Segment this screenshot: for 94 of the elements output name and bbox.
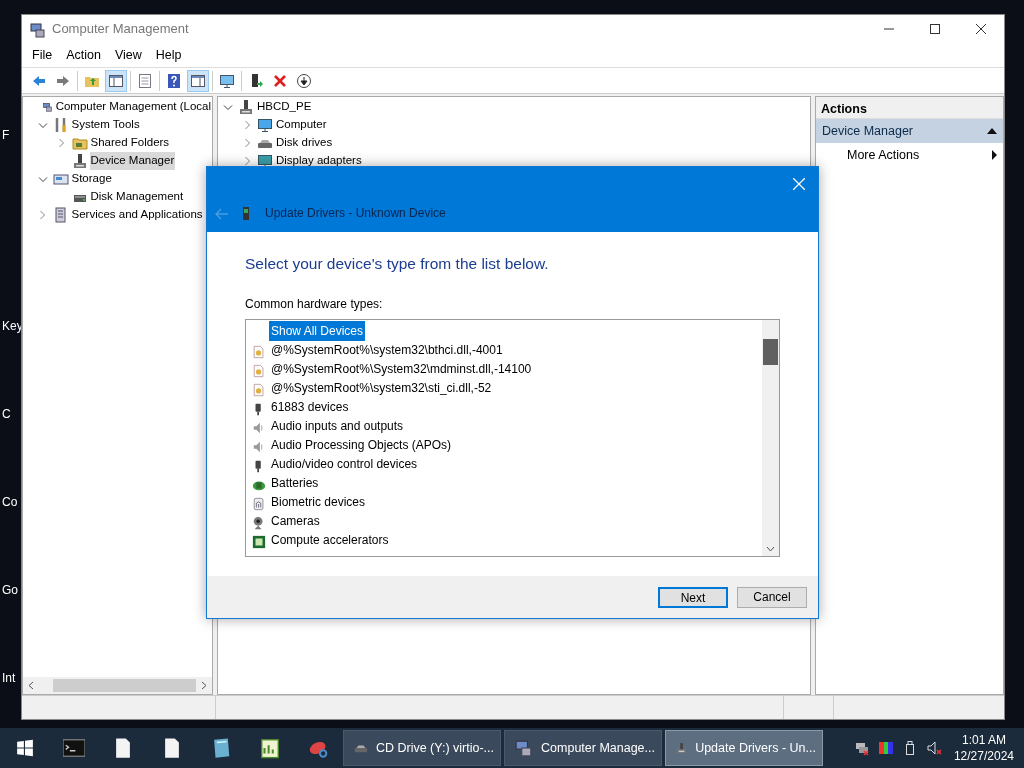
tree-item[interactable]: Shared Folders xyxy=(89,134,171,152)
tree-item[interactable]: Storage xyxy=(70,170,113,188)
tree-item[interactable]: Disk drives xyxy=(275,134,334,152)
toolbar-button[interactable] xyxy=(105,69,127,92)
monitor-icon xyxy=(219,72,235,89)
server-icon xyxy=(52,207,69,223)
pane-header: Actions xyxy=(816,97,1003,119)
list-item[interactable]: @%SystemRoot%\system32\bthci.dll,-4001 xyxy=(269,339,505,360)
dialog-button[interactable]: Cancel xyxy=(737,586,807,608)
dialog-button[interactable]: Next xyxy=(658,586,728,608)
action-label: More Actions xyxy=(847,146,920,164)
terminal-icon xyxy=(62,737,85,759)
list-label: Common hardware types: xyxy=(245,296,384,314)
list-item[interactable]: Audio inputs and outputs xyxy=(269,415,406,436)
network-icon xyxy=(853,740,870,756)
desktop-icon-label[interactable]: Go xyxy=(2,583,23,597)
close-icon xyxy=(976,24,986,34)
vertical-scrollbar[interactable] xyxy=(762,320,779,557)
monitor-icon xyxy=(257,117,273,133)
folder-icon xyxy=(71,135,88,151)
menu-item[interactable]: View xyxy=(107,45,149,65)
list-item[interactable]: @%SystemRoot%\system32\sti_ci.dll,-52 xyxy=(269,377,494,398)
taskbar-window-button[interactable]: Update Drivers - Un... xyxy=(665,730,823,766)
list-item[interactable]: Compute accelerators xyxy=(269,529,391,550)
tree-item[interactable]: Computer xyxy=(275,116,328,134)
desktop-icon-label[interactable]: Int xyxy=(2,671,23,685)
collapse-chevron-icon[interactable] xyxy=(37,175,48,183)
tree-item[interactable]: Disk Management xyxy=(89,188,185,206)
list-item[interactable]: @%SystemRoot%\System32\mdminst.dll,-14100 xyxy=(269,358,534,379)
scroll-left-icon[interactable] xyxy=(27,681,34,690)
hardware-type-list[interactable] xyxy=(245,319,780,558)
dialog-title: Update Drivers - Unknown Device xyxy=(265,205,446,222)
computer-icon xyxy=(30,21,46,38)
color-palette-icon xyxy=(877,740,894,756)
fingerprint-icon xyxy=(252,496,266,511)
collapse-chevron-icon[interactable] xyxy=(37,121,48,129)
window-title: Computer Management xyxy=(52,20,189,39)
clock-date[interactable]: 12/27/2024 xyxy=(953,748,1014,765)
chart-icon xyxy=(258,737,281,759)
menu-item[interactable]: Help xyxy=(148,45,189,65)
file-icon xyxy=(252,382,266,397)
scroll-thumb[interactable] xyxy=(763,339,778,366)
task-label: CD Drive (Y:) virtio-... xyxy=(375,739,494,757)
device-icon xyxy=(238,99,254,115)
list-item[interactable]: Audio/video control devices xyxy=(269,453,420,474)
taskbar-window-button[interactable]: CD Drive (Y:) virtio-... xyxy=(343,730,501,766)
menu-item[interactable]: File xyxy=(25,45,60,65)
horizontal-scrollbar[interactable] xyxy=(23,677,212,694)
action-section-header[interactable]: Device Manager xyxy=(816,119,1003,143)
tree-item[interactable]: Device Manager xyxy=(89,152,176,170)
windows-icon xyxy=(15,739,34,757)
scroll-down-icon[interactable] xyxy=(766,546,775,553)
collapse-triangle-icon[interactable] xyxy=(987,128,997,134)
download-icon xyxy=(296,72,312,89)
tree-item[interactable]: Services and Applications xyxy=(70,206,204,224)
list-item[interactable]: Biometric devices xyxy=(269,491,368,512)
scroll-right-icon[interactable] xyxy=(201,681,208,690)
device-icon xyxy=(71,153,88,169)
list-item[interactable]: Audio Processing Objects (APOs) xyxy=(269,434,454,455)
tree-item[interactable]: HBCD_PE xyxy=(256,98,313,116)
chip-icon xyxy=(252,534,266,549)
task-label: Update Drivers - Un... xyxy=(695,739,816,757)
list-item[interactable]: Cameras xyxy=(269,510,322,531)
list-icon xyxy=(137,72,153,89)
file-icon xyxy=(252,363,266,378)
maximize-icon xyxy=(930,24,940,34)
section-title: Device Manager xyxy=(822,122,913,140)
list-item[interactable]: Batteries xyxy=(269,472,321,493)
tree-item[interactable]: Computer Management (Local xyxy=(54,98,212,116)
monitor-icon xyxy=(257,153,273,169)
desktop-icon-label[interactable]: C xyxy=(2,407,23,421)
help-icon xyxy=(166,72,182,89)
list-item[interactable]: Show All Devices xyxy=(269,320,366,341)
list-item[interactable]: 61883 devices xyxy=(269,396,351,417)
volume-muted-icon xyxy=(925,740,942,756)
menu-item[interactable]: Action xyxy=(59,45,108,65)
pane-icon xyxy=(108,72,124,89)
file-icon xyxy=(252,344,266,359)
desktop-icon-label[interactable]: Co xyxy=(2,495,23,509)
dialog-heading: Select your device's type from the list below. xyxy=(245,254,550,274)
computer-icon xyxy=(515,738,534,758)
close-icon xyxy=(793,178,805,190)
action-item[interactable]: More Actions xyxy=(816,143,1003,167)
collapse-chevron-icon[interactable] xyxy=(223,103,233,111)
toolbar-button[interactable] xyxy=(187,69,209,92)
clock-time[interactable]: 1:01 AM xyxy=(953,731,1014,748)
desktop-icon-label[interactable]: F xyxy=(2,128,23,142)
tree-item[interactable]: System Tools xyxy=(70,116,141,134)
delete-icon xyxy=(272,72,288,89)
storage-icon xyxy=(52,171,69,187)
task-label: Computer Manage... xyxy=(541,739,655,757)
tree-item[interactable]: Display adapters xyxy=(275,152,363,170)
pane-icon xyxy=(190,72,206,89)
taskbar-window-button[interactable]: Computer Manage... xyxy=(504,730,662,766)
